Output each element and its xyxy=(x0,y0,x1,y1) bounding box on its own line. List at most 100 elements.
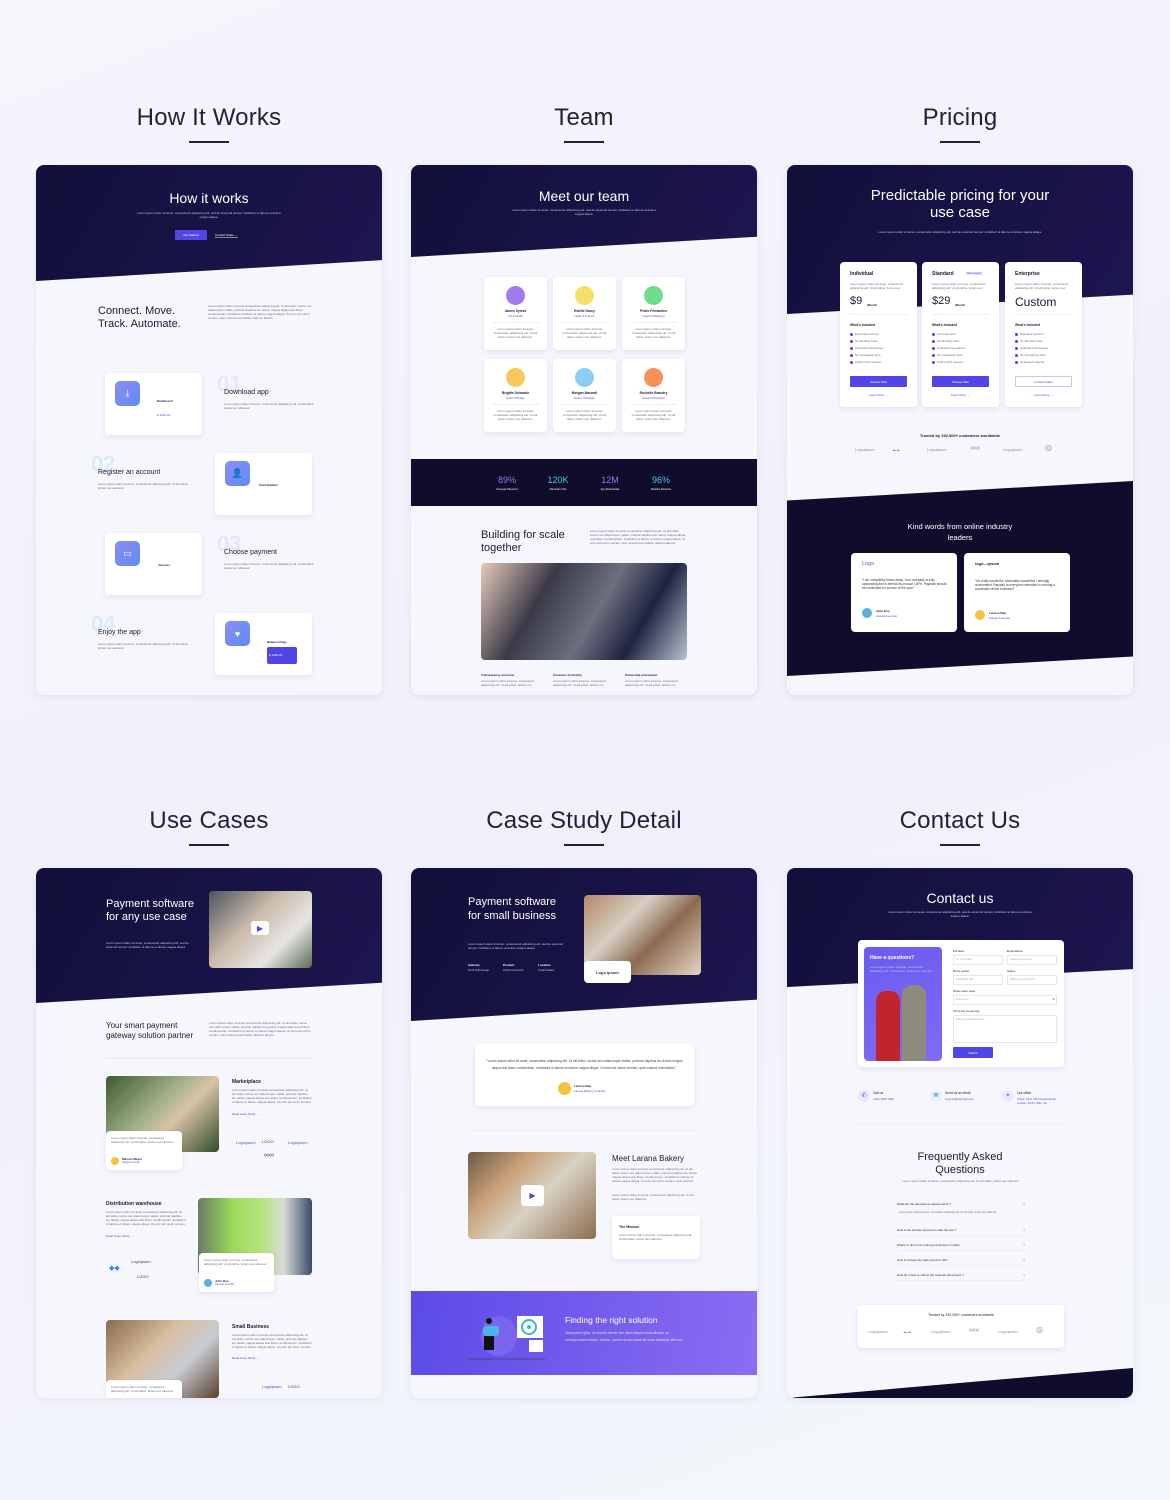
play-icon[interactable]: ▶ xyxy=(251,921,269,935)
member-bio: Lorem ipsum dolor sit amet, consectetur … xyxy=(631,327,676,339)
headline-description: Lorem ipsum dolor sit amet consectetur a… xyxy=(208,304,312,320)
feature-label: Online 24/7 support xyxy=(855,360,882,364)
testimonials-title: Kind words from online industry leaders xyxy=(907,522,1013,542)
faq-item[interactable]: How to choose the right payment rail? ˅ xyxy=(897,1254,1025,1266)
stat-label: Positive Reviews xyxy=(650,488,672,491)
learn-more-link[interactable]: Learn More → xyxy=(922,393,999,397)
read-case-study-link[interactable]: Read Case Study → xyxy=(232,1356,259,1360)
plan-price: Custom xyxy=(1015,295,1057,309)
pricing-card: Enterprise Lorem ipsum dolor sit amet, co… xyxy=(1005,262,1082,407)
phone-input[interactable]: (+62) 8000 800 xyxy=(953,975,1003,985)
value-description: Lorem ipsum dolor sit amet, consectetur … xyxy=(625,679,679,687)
feature-label: No Monthly Fees xyxy=(937,339,960,343)
step-description: Lorem ipsum dolor sit amet, consectetur … xyxy=(224,562,315,570)
choose-plan-button[interactable]: Contact Sales xyxy=(1015,376,1072,387)
hero-description: Lorem ipsum dolor sit amet, consectetur … xyxy=(106,941,189,949)
pricing-card: Individual Lorem ipsum dolor sit amet, co… xyxy=(840,262,917,407)
phone-label: Phone number xyxy=(953,970,970,973)
info-value[interactable]: support@paycash.com xyxy=(945,1097,995,1101)
avatar xyxy=(862,608,872,618)
mission-description: Lorem ipsum dolor sit amet, consectetur … xyxy=(619,1233,693,1241)
member-role: Head of Marketing xyxy=(642,315,665,318)
full-name-input[interactable]: ex. John Tailor xyxy=(953,955,1003,965)
avatar xyxy=(558,1082,571,1095)
get-started-button[interactable]: Get Started xyxy=(175,230,207,240)
scope-select[interactable]: Select topic xyxy=(953,995,1057,1005)
choose-plan-button[interactable]: Choose Plan xyxy=(850,376,907,387)
avatar xyxy=(204,1279,212,1287)
value-title: Transparency and trust xyxy=(481,673,515,677)
submit-button[interactable]: Submit xyxy=(953,1047,993,1058)
email-input[interactable]: example@mail.com xyxy=(1007,955,1057,965)
feature-item: Cashback Guarantee xyxy=(932,346,965,350)
use-cases-preview[interactable]: Payment software for any use case Lorem … xyxy=(36,868,382,1398)
faq-description: Lorem ipsum dolor sit amet, consectetur … xyxy=(902,1179,1020,1183)
avatar xyxy=(506,286,525,305)
hero-title: Contact us xyxy=(926,890,994,906)
contact-preview[interactable]: Contact us Lorem ipsum dolor sit amet, c… xyxy=(787,868,1133,1398)
archer-illustration xyxy=(469,1316,545,1360)
step-description: Lorem ipsum dolor sit amet, consectetur … xyxy=(98,482,189,490)
help-textarea[interactable]: Add any additional details xyxy=(953,1015,1057,1043)
case-study-preview[interactable]: Payment software for small business Lore… xyxy=(411,868,757,1398)
hero-description: Lorem ipsum dolor sit amet, consectetur … xyxy=(137,211,281,219)
company-logo: Logo xyxy=(862,561,875,567)
faq-question: How to choose the right payment rail? xyxy=(897,1257,948,1262)
faq-item-open[interactable]: What are the admissions requirements ? ˄ xyxy=(897,1198,1025,1210)
check-icon xyxy=(932,360,935,364)
partner-logo: Logoipsum xyxy=(931,1329,951,1334)
solution-title: Finding the right solution xyxy=(565,1315,658,1325)
hero-title: Predictable pricing for your use case xyxy=(870,187,1050,221)
mock-amount: $ 1301.20 xyxy=(157,413,171,417)
team-photo xyxy=(481,563,687,660)
learn-more-link[interactable]: Learn More → xyxy=(1005,393,1082,397)
colorful-logo-icon: ◆◆ xyxy=(109,1265,120,1272)
info-value[interactable]: Sutton Yard, 136 Goswell Road, London, E… xyxy=(1017,1097,1067,1105)
section-heading-case-study: Case Study Detail xyxy=(486,807,682,834)
divider xyxy=(561,322,608,323)
headline: Connect. Move. Track. Automate. xyxy=(98,305,181,330)
learn-more-link[interactable]: Learn More → xyxy=(840,393,917,397)
info-value[interactable]: (+62) 1829 7298 xyxy=(873,1097,923,1101)
divider xyxy=(468,1130,700,1131)
contact-sales-link[interactable]: Contact Sales → xyxy=(215,233,238,238)
feature-label: Cashback Guarantee xyxy=(855,346,884,350)
pricing-preview[interactable]: Predictable pricing for your use case Lo… xyxy=(787,165,1133,695)
read-case-study-link[interactable]: Read Case Study → xyxy=(232,1112,259,1116)
divider xyxy=(1015,314,1072,315)
subject-label: Subject xyxy=(1007,970,1016,973)
member-role: CO-Founder xyxy=(508,315,523,318)
step-title: Download app xyxy=(224,389,269,396)
choose-plan-button[interactable]: Choose Plan xyxy=(932,376,989,387)
read-case-study-link[interactable]: Read Case Study → xyxy=(106,1234,133,1238)
divider xyxy=(630,404,677,405)
feature-item: Cashback Guarantee xyxy=(1015,346,1048,350)
partner-logo: Logoipsum xyxy=(1003,447,1023,452)
avatar xyxy=(575,368,594,387)
member-role: Head of Design xyxy=(506,397,525,400)
feature-item: Personal Account xyxy=(850,332,878,336)
feature-label: Personal Account xyxy=(855,332,879,336)
chevron-down-icon: ˅ xyxy=(1023,1227,1025,1232)
how-it-works-preview[interactable]: How it works Lorem ipsum dolor sit amet,… xyxy=(36,165,382,695)
quote-card: "Lorem ipsum dolor sit amet, consectetur… xyxy=(475,1044,694,1106)
mock-balance-card: $ 1301.20 xyxy=(267,647,297,664)
meta-value: United States xyxy=(538,969,555,972)
play-icon[interactable]: ▶ xyxy=(521,1185,544,1206)
faq-item[interactable]: How is the transfer process to take the … xyxy=(897,1224,1025,1236)
faq-item[interactable]: Where to find your routing and account n… xyxy=(897,1239,1025,1251)
feature-label: Cashback Guarantee xyxy=(1020,346,1049,350)
team-preview[interactable]: Meet our team Lorem ipsum dolor sit amet… xyxy=(411,165,757,695)
partner-logo: Logoipsum xyxy=(868,1329,888,1334)
most-popular-badge: Most popular xyxy=(965,272,984,275)
faq-item[interactable]: How do I have to submit the required doc… xyxy=(897,1269,1025,1281)
divider xyxy=(492,322,539,323)
subject-input[interactable]: What is your question? xyxy=(1007,975,1057,985)
section-heading-pricing: Pricing xyxy=(922,104,998,131)
case-description: Lorem ipsum dolor sit amet consectetur a… xyxy=(232,1333,312,1350)
feature-item: No transaction limit xyxy=(1015,353,1046,357)
full-name-label: Full Name xyxy=(953,950,965,953)
download-icon: ⤓ xyxy=(115,381,140,406)
company-logo: logo—ipsum xyxy=(975,561,1000,566)
faq-answer: Lorem ipsum dolor sit amet, consectetur … xyxy=(899,1211,997,1214)
